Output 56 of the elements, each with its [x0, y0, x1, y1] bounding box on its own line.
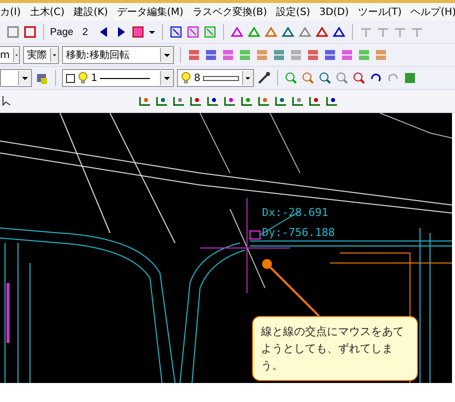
page-label: Page	[50, 26, 74, 38]
menu-item[interactable]: ツール(T)	[358, 5, 402, 19]
snap-icon[interactable]	[240, 94, 254, 108]
menu-item[interactable]: データ編集(M)	[116, 5, 184, 19]
snap-icon[interactable]	[138, 94, 152, 108]
eyedropper-icon[interactable]	[257, 71, 271, 85]
snap-icon[interactable]	[189, 94, 203, 108]
snap-icon[interactable]	[291, 94, 305, 108]
tool-icon[interactable]	[23, 25, 37, 39]
snap-icon[interactable]	[308, 94, 322, 108]
caret-icon[interactable]	[160, 48, 173, 62]
snap-icon[interactable]	[155, 94, 169, 108]
tool-icon[interactable]	[186, 25, 200, 39]
tool-icon[interactable]	[318, 71, 332, 85]
caret-icon[interactable]	[242, 71, 253, 85]
menu-item[interactable]: カ(I)	[0, 5, 21, 19]
callout-note: 線と線の交点にマウスをあてようとしても、ずれてしまう。	[252, 316, 418, 381]
menu-item[interactable]: 土木(C)	[30, 5, 65, 19]
caret-icon[interactable]	[18, 71, 31, 85]
size-value: 8	[194, 72, 200, 84]
menu-item[interactable]: ヘルプ(H)	[410, 5, 455, 19]
checkbox[interactable]	[66, 74, 75, 82]
line-width-value: 1	[91, 72, 98, 84]
snap-icon[interactable]	[172, 94, 186, 108]
dx-readout: Dx:-28.691	[262, 206, 328, 219]
dropdown[interactable]: 実際	[23, 46, 59, 64]
tool-icon[interactable]	[204, 48, 218, 62]
tool-icon[interactable]	[230, 25, 244, 39]
tool-icon[interactable]	[314, 25, 329, 39]
dy-readout: Dy:-756.188	[262, 226, 335, 239]
tool-icon[interactable]	[332, 25, 346, 39]
snap-icon[interactable]	[325, 94, 339, 108]
snap-icon[interactable]	[274, 94, 288, 108]
leader-line	[261, 258, 321, 318]
tool-icon[interactable]	[352, 71, 366, 85]
snap-icon[interactable]	[257, 94, 271, 108]
tool-icon[interactable]	[168, 25, 183, 39]
line-width-dropdown[interactable]: 1	[62, 69, 174, 87]
snap-icon[interactable]	[223, 94, 237, 108]
lightbulb-icon	[181, 72, 191, 84]
caret-icon[interactable]	[50, 48, 58, 62]
menu-item[interactable]: 建設(K)	[74, 5, 108, 19]
tool-icon[interactable]	[323, 48, 337, 62]
tool-icon[interactable]	[280, 25, 295, 39]
page-icon[interactable]	[130, 25, 145, 39]
layer-icon[interactable]	[35, 71, 49, 85]
caret-icon[interactable]	[160, 71, 173, 85]
size-dropdown[interactable]: 8	[177, 69, 254, 87]
dropdown[interactable]: 移動:移動回転	[62, 46, 174, 64]
menu-item[interactable]: ラスベク変換(B)	[192, 5, 268, 19]
lightbulb-icon	[78, 72, 88, 84]
menu-item[interactable]: 3D(D)	[319, 6, 349, 18]
snap-icon[interactable]	[206, 94, 220, 108]
dropdown[interactable]: m	[0, 46, 20, 64]
menu-item[interactable]: 設定(S)	[276, 5, 310, 19]
page-number: 2	[82, 26, 88, 38]
